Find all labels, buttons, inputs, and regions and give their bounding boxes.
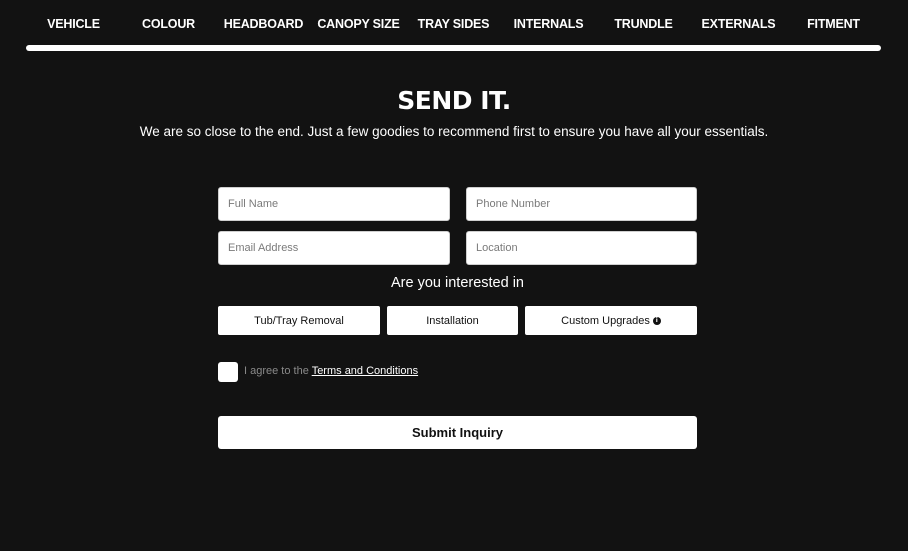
- submit-inquiry-button[interactable]: Submit Inquiry: [218, 416, 697, 449]
- terms-agreement: I agree to the Terms and Conditions: [244, 365, 418, 377]
- option-tub-tray-removal[interactable]: Tub/Tray Removal: [218, 306, 380, 335]
- page-title: SEND IT.: [397, 86, 511, 115]
- step-headboard[interactable]: HEADBOARD: [216, 15, 311, 31]
- option-label: Tub/Tray Removal: [254, 314, 344, 327]
- full-name-field[interactable]: [218, 187, 450, 221]
- terms-checkbox[interactable]: [218, 362, 238, 382]
- interest-label: Are you interested in: [391, 275, 524, 291]
- step-externals[interactable]: EXTERNALS: [691, 15, 786, 31]
- step-internals[interactable]: INTERNALS: [501, 15, 596, 31]
- option-custom-upgrades[interactable]: Custom Upgrades i: [525, 306, 697, 335]
- option-label: Custom Upgrades: [561, 314, 650, 327]
- step-vehicle[interactable]: VEHICLE: [26, 15, 121, 31]
- phone-number-field[interactable]: [466, 187, 697, 221]
- email-field[interactable]: [218, 231, 450, 265]
- step-tray-sides[interactable]: TRAY SIDES: [406, 15, 501, 31]
- step-fitment[interactable]: FITMENT: [786, 15, 881, 31]
- step-trundle[interactable]: TRUNDLE: [596, 15, 691, 31]
- configurator-steps: VEHICLE COLOUR HEADBOARD CANOPY SIZE TRA…: [26, 0, 881, 46]
- option-label: Installation: [426, 314, 479, 327]
- info-icon[interactable]: i: [652, 316, 661, 325]
- location-field[interactable]: [466, 231, 697, 265]
- step-canopy-size[interactable]: CANOPY SIZE: [311, 15, 406, 31]
- step-colour[interactable]: COLOUR: [121, 15, 216, 31]
- terms-link[interactable]: Terms and Conditions: [312, 365, 418, 377]
- option-installation[interactable]: Installation: [387, 306, 518, 335]
- page-subtitle: We are so close to the end. Just a few g…: [139, 124, 769, 139]
- progress-bar: [26, 45, 881, 51]
- agree-text: I agree to the: [244, 365, 312, 377]
